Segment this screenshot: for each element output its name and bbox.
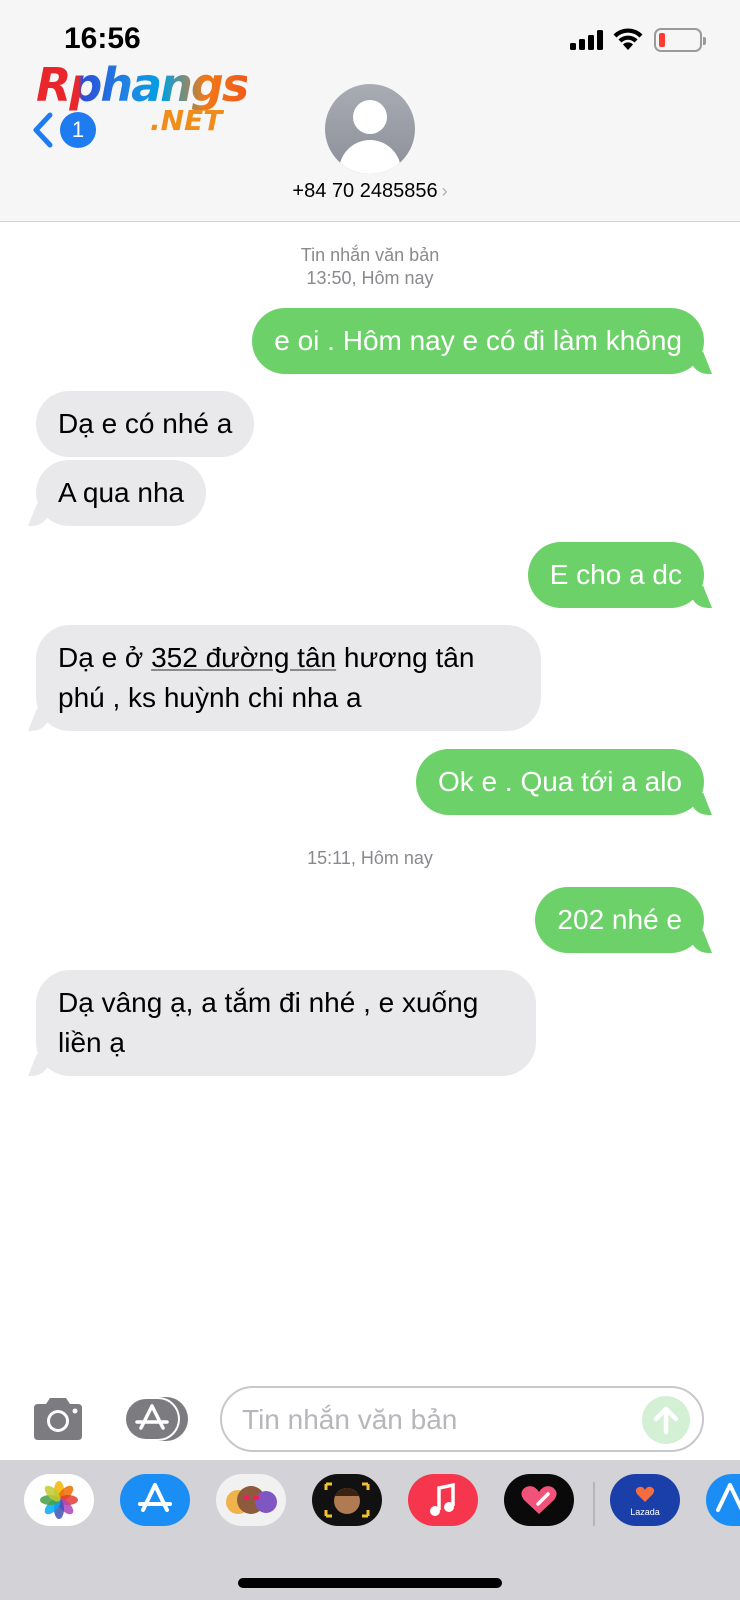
imessage-app-drawer: Lazada (0, 1460, 740, 1600)
cellular-signal-icon (570, 30, 603, 50)
received-message-bubble[interactable]: Dạ vâng ạ, a tắm đi nhé , e xuống liền ạ (36, 970, 536, 1076)
message-text: Dạ e ở (58, 642, 152, 673)
avatar-person-body (339, 140, 401, 174)
back-button[interactable]: 1 (28, 108, 96, 150)
sent-message-bubble[interactable]: E cho a dc (527, 542, 704, 608)
avatar-person-head (353, 100, 387, 134)
timestamp-time: 13:50, Hôm nay (306, 268, 434, 288)
sent-message-bubble[interactable]: Ok e . Qua tới a alo (415, 749, 704, 815)
contact-avatar[interactable] (325, 84, 415, 174)
timestamp-time: 15:11, Hôm nay (307, 848, 433, 868)
timestamp-divider: 15:11, Hôm nay (0, 847, 740, 870)
received-message-bubble[interactable]: Dạ e ở 352 đường tân hương tân phú , ks … (36, 625, 541, 731)
memoji-stickers-app-icon[interactable] (216, 1474, 286, 1526)
message-input-container (220, 1386, 704, 1452)
timestamp-divider: Tin nhắn văn bản 13:50, Hôm nay (0, 244, 740, 290)
arrow-up-icon (653, 1406, 679, 1435)
messages-screen: 16:56 Rphangs .NET 1 +84 70 2485856 › Ti… (0, 0, 740, 1600)
contact-name-button[interactable]: +84 70 2485856 › (0, 180, 740, 203)
message-type-label: Tin nhắn văn bản (300, 245, 440, 265)
unread-count-badge: 1 (60, 112, 96, 148)
app-store-app-icon[interactable] (120, 1474, 190, 1526)
contact-number: +84 70 2485856 (292, 180, 438, 202)
sent-message-bubble[interactable]: e oi . Hôm nay e có đi làm không (252, 308, 704, 374)
message-input[interactable] (242, 1398, 632, 1442)
lazada-app-icon[interactable]: Lazada (610, 1474, 680, 1526)
conversation-header: 16:56 Rphangs .NET 1 +84 70 2485856 › (0, 0, 740, 222)
battery-icon (654, 28, 706, 52)
chevron-left-icon (33, 112, 53, 148)
chevron-right-icon: › (441, 181, 448, 201)
app-store-app-icon-2[interactable] (706, 1474, 740, 1526)
address-link[interactable]: 352 đường tân (151, 642, 336, 673)
music-app-icon[interactable] (408, 1474, 478, 1526)
received-message-bubble[interactable]: A qua nha (36, 460, 207, 526)
home-indicator[interactable] (238, 1578, 502, 1588)
send-button[interactable] (642, 1396, 690, 1444)
photos-app-icon[interactable] (24, 1474, 94, 1526)
logo-net-text: .NET (150, 104, 223, 137)
lazada-label: Lazada (630, 1507, 660, 1517)
digital-touch-app-icon[interactable] (504, 1474, 574, 1526)
wifi-icon (613, 28, 643, 50)
camera-icon[interactable] (30, 1396, 86, 1442)
app-store-icon[interactable] (122, 1396, 190, 1442)
drawer-divider (593, 1482, 595, 1526)
status-time: 16:56 (64, 22, 141, 55)
sent-message-bubble[interactable]: 202 nhé e (535, 887, 704, 953)
received-message-bubble[interactable]: Dạ e có nhé a (36, 391, 255, 457)
animoji-app-icon[interactable] (312, 1474, 382, 1526)
